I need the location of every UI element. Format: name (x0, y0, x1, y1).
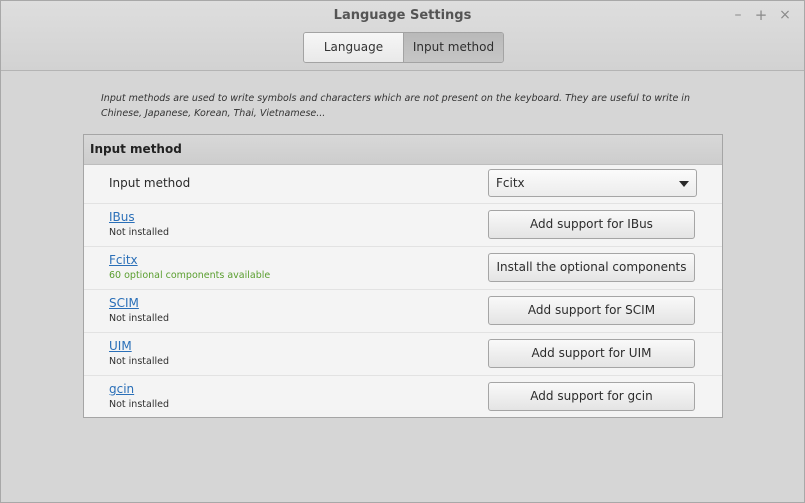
chevron-down-icon (679, 181, 689, 187)
input-method-label: Input method (109, 176, 191, 190)
gcin-link[interactable]: gcin (109, 382, 134, 396)
ibus-link[interactable]: IBus (109, 210, 135, 224)
uim-status: Not installed (109, 356, 169, 367)
install-optional-components-button[interactable]: Install the optional components (488, 253, 695, 282)
fcitx-link[interactable]: Fcitx (109, 253, 138, 267)
minimize-icon[interactable]: – (730, 6, 746, 24)
add-scim-button[interactable]: Add support for SCIM (488, 296, 695, 325)
method-row-gcin: gcin Not installed Add support for gcin (84, 375, 722, 418)
title-bar: Language Settings – + × Language Input m… (1, 1, 804, 71)
tab-language[interactable]: Language (304, 33, 404, 62)
tab-input-method[interactable]: Input method (404, 33, 503, 62)
input-method-dropdown[interactable]: Fcitx (488, 169, 697, 197)
ibus-status: Not installed (109, 227, 169, 238)
scim-status: Not installed (109, 313, 169, 324)
tab-switcher: Language Input method (303, 32, 504, 63)
add-uim-button[interactable]: Add support for UIM (488, 339, 695, 368)
fcitx-status: 60 optional components available (109, 270, 271, 281)
uim-link[interactable]: UIM (109, 339, 132, 353)
close-icon[interactable]: × (777, 6, 793, 24)
add-gcin-button[interactable]: Add support for gcin (488, 382, 695, 411)
maximize-icon[interactable]: + (753, 6, 769, 24)
language-settings-window: Language Settings – + × Language Input m… (0, 0, 805, 503)
input-method-selector-row: Input method Fcitx (84, 165, 722, 203)
gcin-status: Not installed (109, 399, 169, 410)
add-ibus-button[interactable]: Add support for IBus (488, 210, 695, 239)
window-title: Language Settings (333, 8, 472, 23)
frame-title: Input method (90, 142, 182, 156)
method-row-ibus: IBus Not installed Add support for IBus (84, 203, 722, 246)
frame-header: Input method (84, 135, 722, 165)
method-row-scim: SCIM Not installed Add support for SCIM (84, 289, 722, 332)
method-row-uim: UIM Not installed Add support for UIM (84, 332, 722, 375)
input-method-description: Input methods are used to write symbols … (101, 93, 690, 119)
method-row-fcitx: Fcitx 60 optional components available I… (84, 246, 722, 289)
scim-link[interactable]: SCIM (109, 296, 139, 310)
input-method-frame: Input method Input method Fcitx IBus Not… (83, 134, 723, 418)
dropdown-value: Fcitx (496, 176, 525, 190)
